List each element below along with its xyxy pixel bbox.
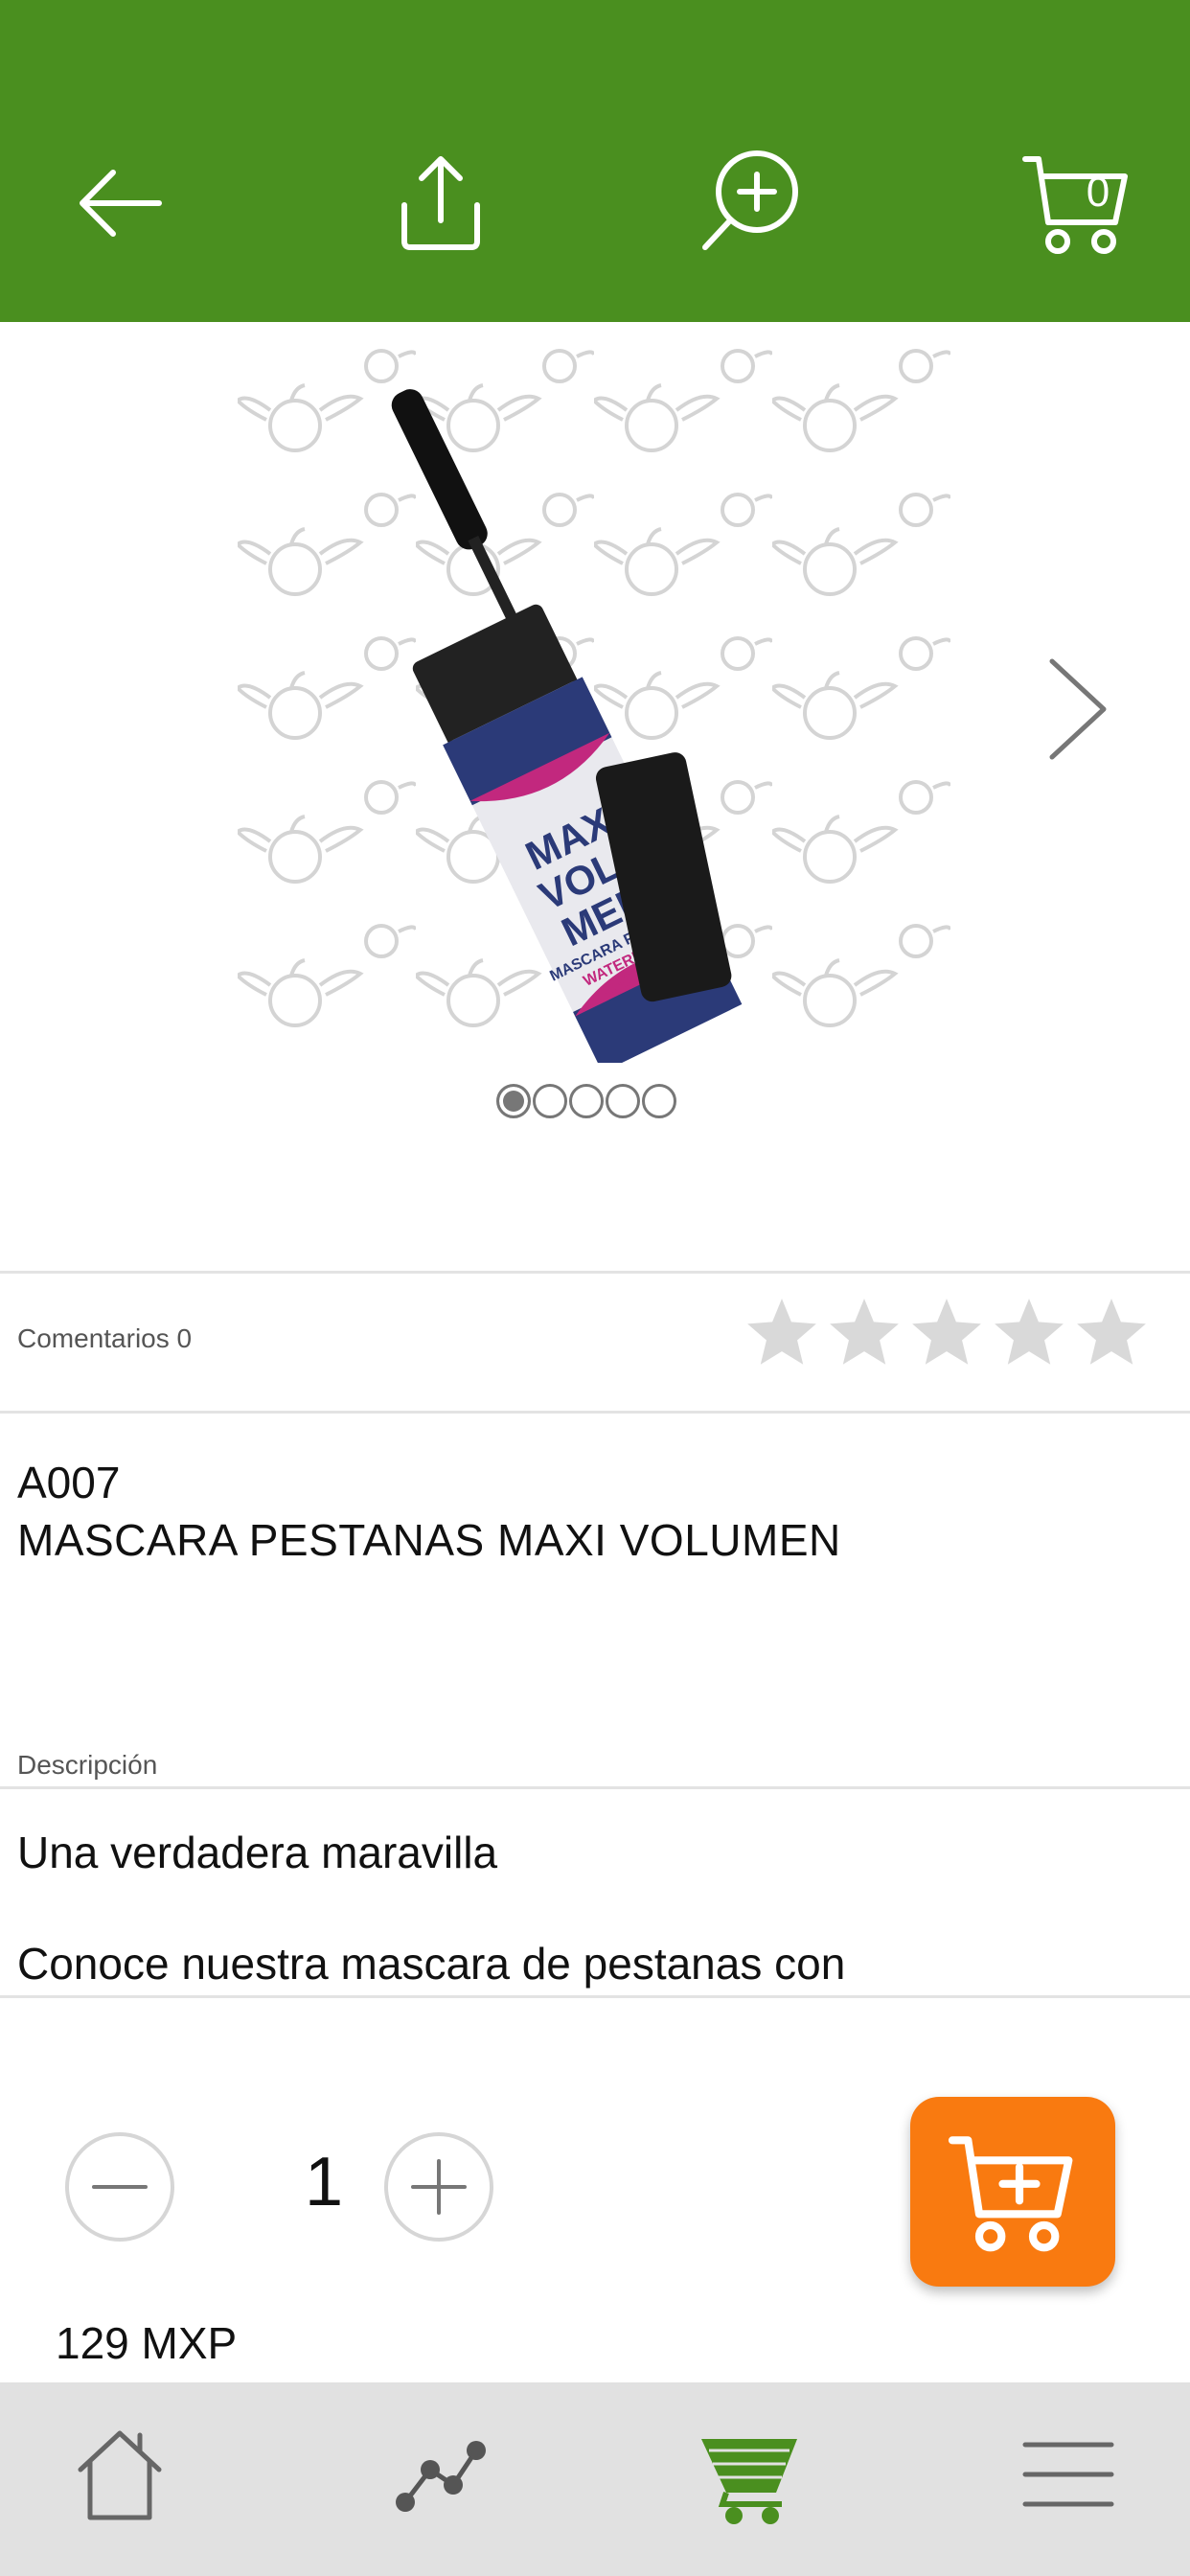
nav-menu[interactable]	[1006, 2417, 1131, 2532]
divider	[0, 1271, 1190, 1274]
product-title: MASCARA PESTANAS MAXI VOLUMEN	[17, 1515, 841, 1565]
product-code: A007	[17, 1458, 121, 1507]
star-icon	[912, 1299, 981, 1365]
shopping-cart-icon	[701, 2439, 797, 2524]
star-icon	[747, 1299, 816, 1365]
product-price: 129 MXP	[56, 2318, 238, 2368]
back-arrow-icon	[80, 170, 162, 237]
zoom-in-icon	[702, 150, 798, 250]
pagination-dot[interactable]	[606, 1084, 640, 1118]
share-button[interactable]	[374, 136, 508, 270]
description-text: Conoce nuestra mascara de pestanas con	[17, 1939, 846, 1989]
nav-network[interactable]	[378, 2417, 503, 2532]
share-icon	[401, 156, 480, 250]
pagination-dot[interactable]	[569, 1084, 604, 1118]
star-icon	[995, 1299, 1064, 1365]
image-pagination-dots	[496, 1084, 676, 1122]
minus-icon	[92, 2185, 148, 2189]
menu-icon	[1022, 2442, 1114, 2507]
zoom-button[interactable]	[682, 136, 816, 270]
divider	[0, 1411, 1190, 1414]
pagination-dot-active[interactable]	[496, 1084, 531, 1118]
add-to-cart-button[interactable]	[910, 2097, 1115, 2287]
plus-icon	[411, 2159, 467, 2215]
comments-count-link[interactable]: Comentarios 0	[17, 1323, 192, 1354]
next-image-button[interactable]	[1035, 652, 1121, 767]
pagination-dot[interactable]	[642, 1084, 676, 1118]
cart-plus-icon	[948, 2136, 1073, 2252]
back-button[interactable]	[54, 136, 188, 270]
chevron-right-icon	[1049, 658, 1107, 760]
increase-quantity-button[interactable]	[384, 2132, 493, 2242]
quantity-value[interactable]: 1	[305, 2143, 343, 2221]
home-icon	[78, 2430, 162, 2520]
nav-home[interactable]	[57, 2417, 182, 2532]
cart-count-badge: 0	[1086, 169, 1110, 216]
star-icon	[1077, 1299, 1146, 1365]
decrease-quantity-button[interactable]	[65, 2132, 174, 2242]
description-text: Una verdadera maravilla	[17, 1828, 498, 1877]
rating-stars[interactable]	[743, 1294, 1151, 1372]
star-icon	[830, 1299, 899, 1365]
pagination-dot[interactable]	[533, 1084, 567, 1118]
mascara-product-photo: MAXI VOLU MEN! MASCARA PESTAÑAS WATERPRO…	[238, 349, 950, 1063]
nav-shop[interactable]	[688, 2417, 812, 2532]
product-image[interactable]: MAXI VOLU MEN! MASCARA PESTAÑAS WATERPRO…	[238, 349, 950, 1063]
network-icon	[396, 2441, 486, 2512]
divider	[0, 1786, 1190, 1789]
description-label: Descripción	[17, 1750, 158, 1780]
divider	[0, 1995, 1190, 1998]
